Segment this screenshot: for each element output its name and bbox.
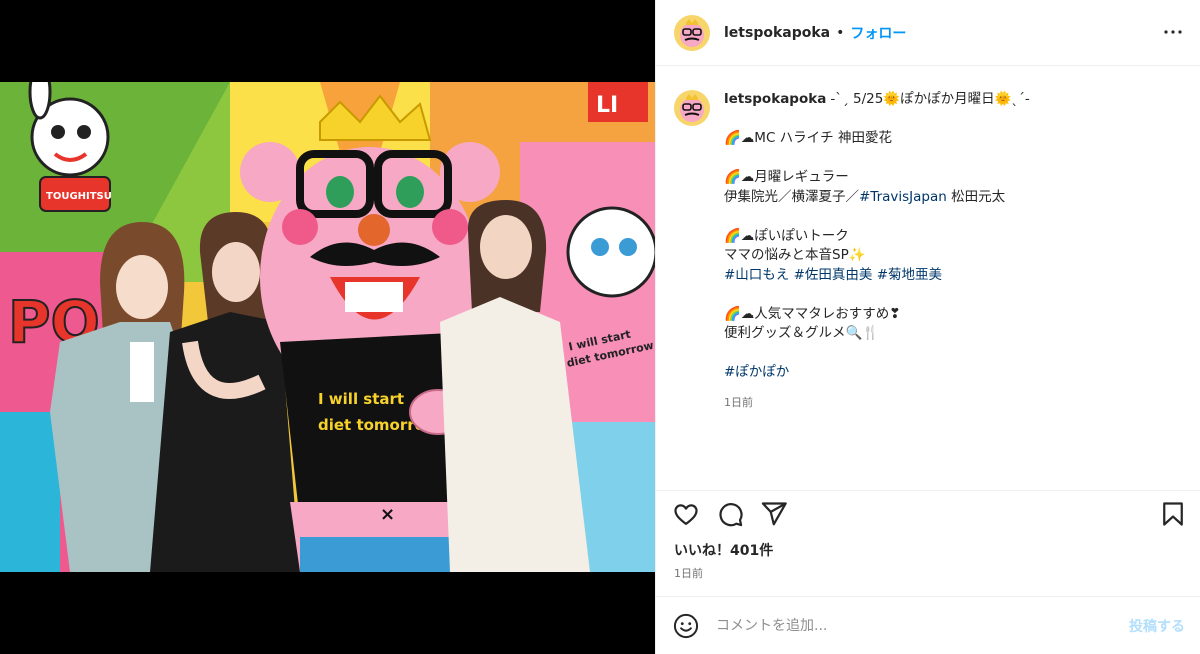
caption-line: -ˋˏ 5/25🌞ぽかぽか月曜日🌞ˎˊ- bbox=[830, 91, 1030, 107]
banner-text: LI bbox=[596, 93, 618, 118]
post-photo[interactable]: LI PO TOUGHITSU I will start diet tomorr… bbox=[0, 82, 655, 572]
caption-username[interactable]: letspokapoka bbox=[724, 91, 826, 107]
caption-line: 伊集院光／横澤夏子／ bbox=[724, 188, 859, 205]
post-header: letspokapoka • フォロー bbox=[656, 0, 1200, 66]
caption-line: 🌈☁人気ママタレおすすめ❣ bbox=[724, 305, 901, 322]
post-comment-button[interactable]: 投稿する bbox=[1129, 616, 1185, 636]
caption-timestamp: 1日前 bbox=[724, 395, 753, 409]
hashtag-link[interactable]: #山口もえ bbox=[724, 267, 789, 283]
more-horizontal-icon[interactable] bbox=[1161, 20, 1185, 44]
likes-count[interactable]: いいね！401件 bbox=[674, 540, 773, 560]
caption-avatar[interactable] bbox=[674, 90, 710, 126]
hashtag-link[interactable]: #佐田真由美 bbox=[794, 267, 873, 283]
header-separator: • bbox=[836, 24, 845, 41]
send-icon[interactable] bbox=[760, 500, 788, 528]
caption-line: 🌈☁ぽいぽいトーク bbox=[724, 227, 849, 244]
follow-button[interactable]: フォロー bbox=[850, 23, 906, 43]
avatar[interactable] bbox=[674, 14, 710, 51]
comment-bar: 投稿する bbox=[656, 596, 1200, 654]
smiley-icon[interactable] bbox=[672, 612, 700, 640]
svg-text:×: × bbox=[380, 504, 395, 525]
sticker-text: TOUGHITSU bbox=[46, 191, 112, 202]
media-pane: LI PO TOUGHITSU I will start diet tomorr… bbox=[0, 0, 655, 654]
header-username[interactable]: letspokapoka bbox=[724, 25, 830, 41]
caption-line: 🌈☁月曜レギュラー bbox=[724, 169, 849, 185]
comment-input[interactable] bbox=[716, 617, 1096, 634]
caption-line: 松田元太 bbox=[946, 188, 1006, 205]
hashtag-link[interactable]: #TravisJapan bbox=[859, 189, 947, 205]
heart-icon[interactable] bbox=[672, 500, 700, 528]
comment-icon[interactable] bbox=[716, 500, 744, 528]
caption-line: 便利グッズ＆グルメ🔍🍴 bbox=[724, 325, 880, 341]
caption-line: 🌈☁MC ハライチ 神田愛花 bbox=[724, 130, 892, 146]
caption-line: ママの悩みと本音SP✨ bbox=[724, 247, 866, 263]
hashtag-link[interactable]: #ぽかぽか bbox=[724, 364, 789, 380]
post-timestamp: 1日前 bbox=[674, 567, 703, 580]
post-panel: letspokapoka • フォロー letspokapoka -ˋˏ 5/2… bbox=[655, 0, 1200, 654]
hashtag-link[interactable]: #菊地亜美 bbox=[877, 267, 942, 283]
action-bar bbox=[656, 490, 1200, 532]
caption-text: letspokapoka -ˋˏ 5/25🌞ぽかぽか月曜日🌞ˎˊ- 🌈☁MC ハラ… bbox=[724, 90, 1164, 412]
caption-area: letspokapoka -ˋˏ 5/25🌞ぽかぽか月曜日🌞ˎˊ- 🌈☁MC ハラ… bbox=[656, 66, 1200, 490]
bookmark-icon[interactable] bbox=[1159, 500, 1187, 528]
shirt-line1: I will start bbox=[318, 390, 404, 408]
